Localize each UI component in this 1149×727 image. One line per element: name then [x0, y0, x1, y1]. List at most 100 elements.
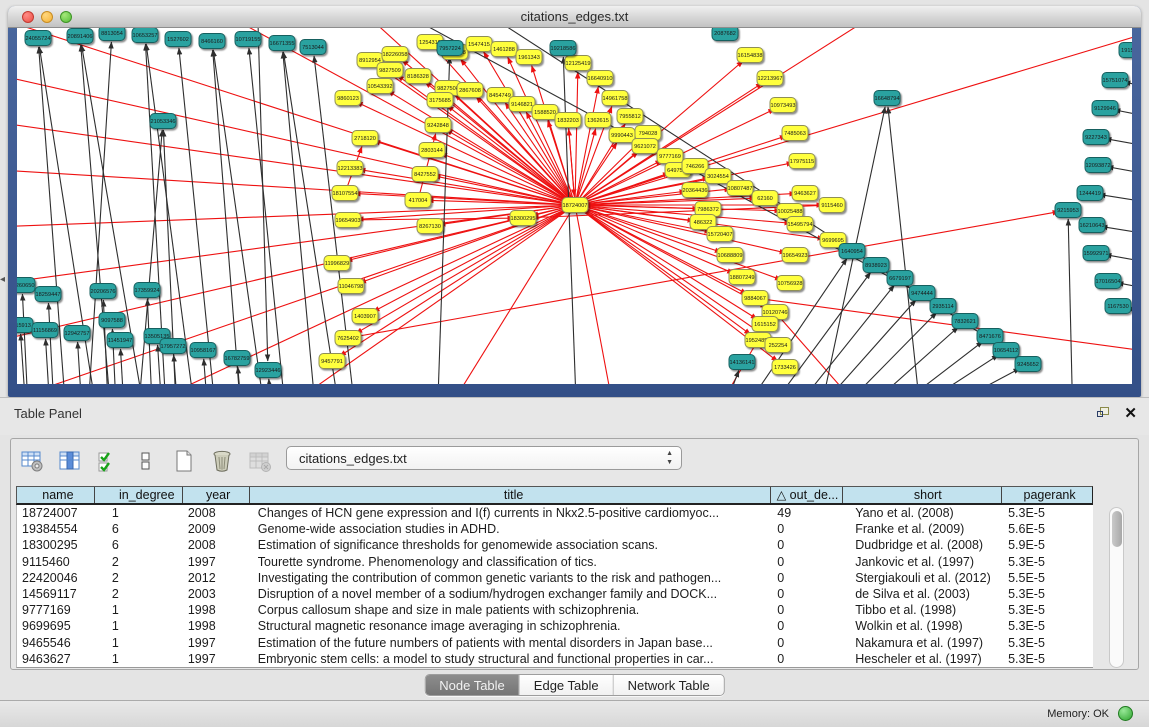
graph-node[interactable]: 11046798 [338, 279, 364, 294]
graph-node[interactable]: 9227343 [1083, 130, 1109, 145]
graph-node[interactable]: 7513044 [300, 40, 326, 55]
graph-node[interactable]: 9621072 [632, 139, 658, 154]
graph-node[interactable]: 252254 [765, 338, 791, 353]
graph-node[interactable]: 7957224 [437, 41, 463, 56]
close-panel-icon[interactable]: ✕ [1124, 404, 1137, 422]
graph-node[interactable]: 16640910 [587, 71, 613, 86]
graph-node[interactable]: 8471676 [977, 329, 1003, 344]
graph-node[interactable]: 7955812 [617, 109, 643, 124]
graph-node[interactable]: 9457791 [319, 354, 345, 369]
graph-node[interactable]: 8938923 [863, 258, 889, 273]
citation-edge-black[interactable] [1068, 219, 1073, 384]
graph-node[interactable]: 3024554 [705, 169, 731, 184]
citation-edge-black[interactable] [357, 28, 935, 302]
graph-node[interactable]: 8267130 [417, 219, 443, 234]
graph-node[interactable]: 21053346 [150, 114, 176, 129]
graph-node[interactable]: 10756928 [777, 276, 803, 291]
row-height-icon[interactable] [133, 448, 159, 474]
graph-node[interactable]: 15720407 [707, 227, 733, 242]
table-select-dropdown[interactable]: citations_edges.txt ▲▼ [286, 446, 682, 470]
graph-node[interactable]: 9115460 [819, 198, 845, 213]
graph-node[interactable]: 1615152 [752, 317, 778, 332]
citation-edge-black[interactable] [121, 349, 125, 384]
scrollbar-thumb[interactable] [1112, 511, 1122, 547]
graph-node[interactable]: 9827509 [377, 63, 403, 78]
graph-node[interactable]: 12125419 [565, 56, 591, 71]
column-header-name[interactable]: name [17, 487, 95, 503]
graph-node[interactable]: 2867608 [457, 83, 483, 98]
citation-edge-black[interactable] [845, 327, 958, 384]
graph-node[interactable]: 11451947 [107, 333, 133, 348]
column-header-short[interactable]: short [843, 487, 1002, 503]
graph-node[interactable]: 9474444 [909, 286, 935, 301]
graph-node[interactable]: 9242848 [425, 118, 451, 133]
graph-node[interactable]: 9990443 [609, 128, 635, 143]
float-panel-icon[interactable] [1097, 407, 1111, 420]
graph-node[interactable]: 18107554 [332, 186, 358, 201]
citation-edge-black[interactable] [908, 368, 1020, 384]
graph-node[interactable]: 1832203 [555, 113, 581, 128]
graph-node[interactable]: 3915913 [17, 318, 33, 333]
graph-node[interactable]: 7625402 [335, 331, 361, 346]
citation-edge-black[interactable] [823, 312, 937, 384]
table-row[interactable]: 1938455462009Genome-wide association stu… [17, 521, 1093, 537]
citation-edge-black[interactable] [888, 107, 922, 384]
graph-node[interactable]: 17957272 [160, 339, 186, 354]
graph-node[interactable]: 24055724 [25, 31, 51, 46]
graph-node[interactable]: 9245652 [1015, 357, 1041, 372]
graph-node[interactable]: 1403907 [352, 309, 378, 324]
table-row[interactable]: 946554611997Estimation of the future num… [17, 635, 1093, 651]
citation-edge-black[interactable] [48, 303, 55, 384]
graph-node[interactable]: 19654903 [335, 213, 361, 228]
graph-node[interactable]: 17975115 [789, 154, 815, 169]
table-header-row[interactable]: namein_degreeyeartitle△ out_de...shortpa… [16, 486, 1093, 505]
memory-ok-icon[interactable] [1118, 706, 1133, 721]
table-row[interactable]: 946362711997Embryonic stem cells: a mode… [17, 651, 1093, 667]
column-header-pagerank[interactable]: pagerank [1002, 487, 1092, 503]
graph-node[interactable]: 9463627 [792, 186, 818, 201]
graph-node[interactable]: 1167530 [1105, 299, 1131, 314]
graph-node[interactable]: 10958167 [190, 343, 216, 358]
table-row[interactable]: 911546021997Tourette syndrome. Phenomeno… [17, 554, 1093, 570]
graph-node[interactable]: 18300295 [510, 211, 536, 226]
graph-node[interactable]: 16210643 [1079, 218, 1105, 233]
graph-node[interactable]: 11156869 [32, 323, 58, 338]
citation-edge-black[interactable] [886, 355, 998, 384]
graph-node[interactable]: 1527602 [165, 32, 191, 47]
graph-node[interactable]: 18724007 [562, 198, 588, 213]
table-settings-icon[interactable] [19, 448, 45, 474]
citation-edge-red[interactable] [437, 205, 575, 384]
graph-node[interactable]: 14961758 [602, 91, 628, 106]
citation-edge-red[interactable] [575, 205, 782, 280]
graph-node[interactable]: 9860123 [335, 91, 361, 106]
graph-node[interactable]: 9777169 [657, 149, 683, 164]
citation-edge-red[interactable] [484, 52, 575, 205]
graph-node[interactable]: 10807487 [727, 181, 753, 196]
citation-network-graph[interactable]: 1872400798601238912954182260589827509818… [17, 28, 1132, 384]
table-row[interactable]: 1872400712008Changes of HCN gene express… [17, 505, 1093, 521]
graph-node[interactable]: 17016504 [1095, 274, 1121, 289]
graph-node[interactable]: 16782759 [224, 351, 250, 366]
graph-node[interactable]: 1961343 [516, 50, 542, 65]
graph-node[interactable]: 11996829 [324, 256, 350, 271]
graph-node[interactable]: 18807249 [729, 270, 755, 285]
graph-node[interactable]: 20260650 [17, 278, 35, 293]
tab-node-table[interactable]: Node Table [425, 675, 520, 695]
column-header-in_degree[interactable]: in_degree [95, 487, 183, 503]
graph-node[interactable]: 10543392 [367, 79, 393, 94]
graph-node[interactable]: 12093872 [1085, 158, 1111, 173]
citation-edge-black[interactable] [1101, 226, 1132, 242]
graph-node[interactable]: 10654112 [993, 343, 1019, 358]
graph-node[interactable]: 15751074 [1102, 73, 1128, 88]
citation-edge-red[interactable] [436, 49, 575, 205]
graph-node[interactable]: 8186328 [405, 69, 431, 84]
graph-node[interactable]: 1547415 [466, 37, 492, 52]
graph-node[interactable]: 1640954 [839, 244, 865, 259]
graph-node[interactable]: 18226058 [382, 47, 408, 62]
column-header-year[interactable]: year [183, 487, 250, 503]
graph-node[interactable]: 12942757 [64, 326, 90, 341]
citation-edge-red[interactable] [373, 205, 575, 312]
delete-column-icon[interactable] [209, 448, 235, 474]
graph-node[interactable]: 9097588 [99, 313, 125, 328]
column-header-title[interactable]: title [250, 487, 771, 503]
